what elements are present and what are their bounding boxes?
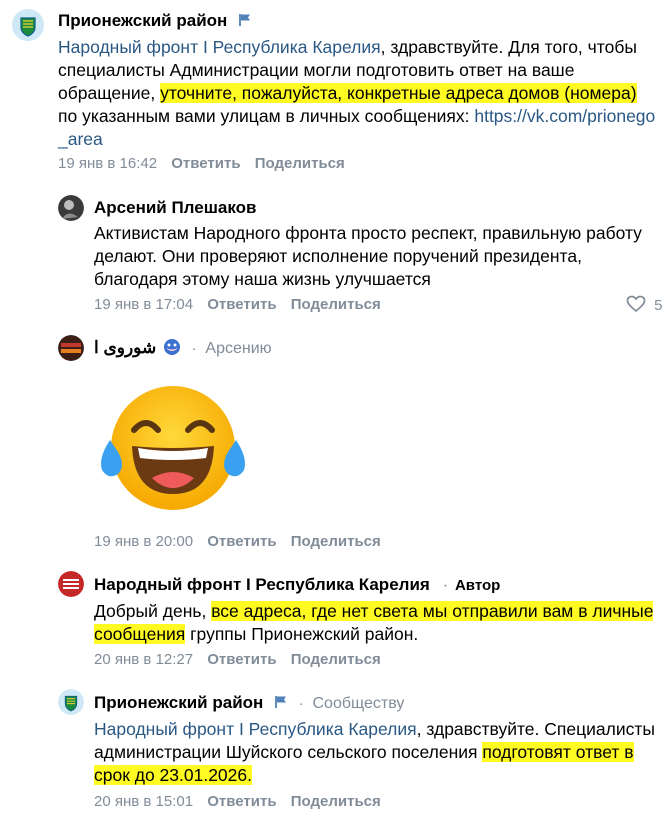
- sticker-image: [96, 382, 250, 512]
- flag-icon: [239, 14, 251, 26]
- share-button[interactable]: Поделиться: [291, 793, 381, 810]
- avatar[interactable]: [12, 9, 44, 41]
- author-name[interactable]: Народный фронт I Республика Карелия: [94, 575, 430, 594]
- comment-text: Народный фронт I Республика Карелия, здр…: [94, 719, 655, 785]
- author-badge: Автор: [454, 577, 501, 594]
- reply-button[interactable]: Ответить: [171, 155, 240, 172]
- comment-date[interactable]: 19 янв в 16:42: [58, 155, 157, 172]
- share-button[interactable]: Поделиться: [291, 651, 381, 668]
- comment-text: Активистам Народного фронта просто респе…: [94, 223, 642, 289]
- author-name[interactable]: شوروی ا: [94, 338, 156, 357]
- comment-date[interactable]: 20 янв в 15:01: [94, 793, 193, 810]
- comment-meta: 19 янв в 17:04 Ответить Поделиться: [94, 296, 381, 314]
- comment-date[interactable]: 19 янв в 17:04: [94, 296, 193, 313]
- author-name[interactable]: Арсений Плешаков: [94, 198, 256, 217]
- reply-button[interactable]: Ответить: [207, 651, 276, 668]
- reply-button[interactable]: Ответить: [207, 533, 276, 550]
- comment-text: Добрый день, все адреса, где нет света м…: [94, 601, 654, 644]
- share-button[interactable]: Поделиться: [291, 296, 381, 313]
- avatar[interactable]: [58, 571, 84, 597]
- mention-link[interactable]: Народный фронт I Республика Карелия: [94, 719, 417, 739]
- reply-button[interactable]: Ответить: [207, 296, 276, 313]
- like-button[interactable]: 5: [626, 295, 663, 314]
- author-name[interactable]: Прионежский район: [58, 11, 227, 30]
- share-button[interactable]: Поделиться: [255, 155, 345, 172]
- comment-meta: 20 янв в 15:01 Ответить Поделиться: [94, 793, 381, 811]
- avatar[interactable]: [58, 195, 84, 221]
- reply-to-link[interactable]: Арсению: [205, 340, 271, 357]
- avatar[interactable]: [58, 689, 84, 715]
- mention-link[interactable]: Народный фронт I Республика Карелия: [58, 37, 381, 57]
- reply-button[interactable]: Ответить: [207, 793, 276, 810]
- avatar[interactable]: [58, 335, 84, 361]
- reply-to-link[interactable]: Сообществу: [313, 695, 405, 712]
- comment-text: Народный фронт I Республика Карелия, здр…: [58, 37, 656, 149]
- comment-meta: 19 янв в 20:00 Ответить Поделиться: [94, 533, 381, 551]
- mask-emoji-icon: [163, 339, 180, 355]
- share-button[interactable]: Поделиться: [291, 533, 381, 550]
- comment-date[interactable]: 20 янв в 12:27: [94, 651, 193, 668]
- flag-icon: [275, 696, 287, 708]
- comment-meta: 20 янв в 12:27 Ответить Поделиться: [94, 651, 381, 669]
- author-name[interactable]: Прионежский район: [94, 693, 263, 712]
- like-count: 5: [654, 297, 663, 314]
- comment-meta: 19 янв в 16:42 Ответить Поделиться: [58, 155, 345, 173]
- heart-icon: [626, 295, 646, 313]
- comment-date[interactable]: 19 янв в 20:00: [94, 533, 193, 550]
